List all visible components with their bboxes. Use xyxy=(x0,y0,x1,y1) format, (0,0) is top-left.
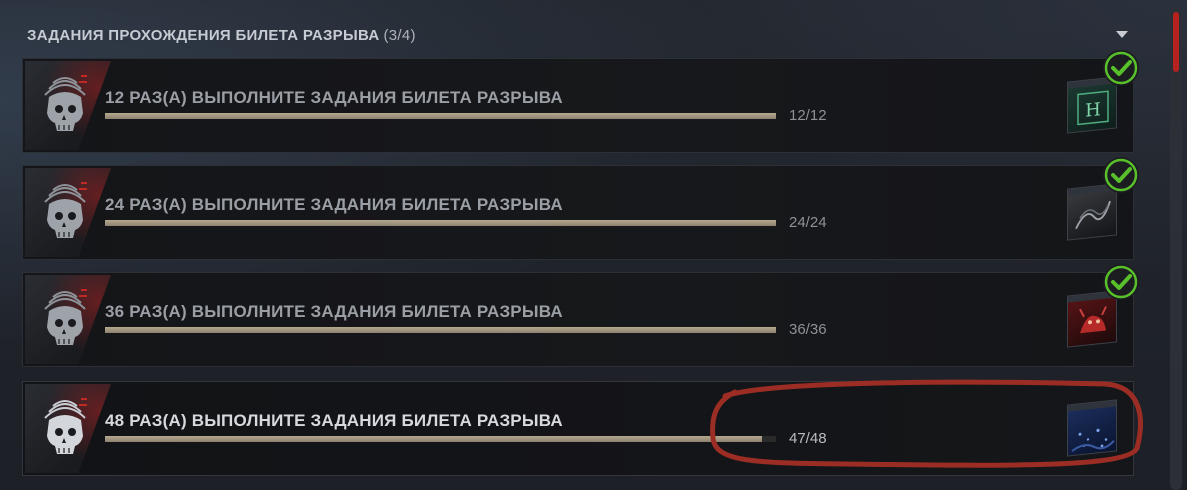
challenge-row-2[interactable]: 24 РАЗ(А) ВЫПОЛНИТЕ ЗАДАНИЯ БИЛЕТА РАЗРЫ… xyxy=(22,157,1139,260)
scrollbar-thumb[interactable] xyxy=(1173,12,1179,72)
completed-check-icon xyxy=(1103,50,1139,86)
progress-fill xyxy=(105,436,762,442)
progress-text: 12/12 xyxy=(789,107,827,124)
progress-text: 47/48 xyxy=(789,430,827,447)
progress-bar xyxy=(105,113,776,119)
tome-challenges-screen: ЗАДАНИЯ ПРОХОЖДЕНИЯ БИЛЕТА РАЗРЫВА (3/4) … xyxy=(0,0,1187,490)
progress-fill xyxy=(105,113,776,119)
rift-skull-emblem-icon xyxy=(25,61,111,150)
challenge-title: 36 РАЗ(А) ВЫПОЛНИТЕ ЗАДАНИЯ БИЛЕТА РАЗРЫ… xyxy=(105,302,563,321)
svg-text:Н: Н xyxy=(1085,99,1101,122)
rift-skull-emblem-icon xyxy=(25,168,111,257)
challenge-title: 48 РАЗ(А) ВЫПОЛНИТЕ ЗАДАНИЯ БИЛЕТА РАЗРЫ… xyxy=(105,411,563,430)
challenge-row-1[interactable]: 12 РАЗ(А) ВЫПОЛНИТЕ ЗАДАНИЯ БИЛЕТА РАЗРЫ… xyxy=(22,50,1139,153)
rift-skull-emblem-icon xyxy=(25,275,111,364)
challenge-row-4[interactable]: 48 РАЗ(А) ВЫПОЛНИТЕ ЗАДАНИЯ БИЛЕТА РАЗРЫ… xyxy=(22,381,1134,476)
collapse-arrow-icon[interactable] xyxy=(1116,31,1128,38)
section-count: (3/4) xyxy=(383,27,416,44)
progress-bar xyxy=(105,436,776,442)
scrollbar[interactable] xyxy=(1170,8,1182,490)
progress-fill xyxy=(105,327,776,333)
reward-blue-night-icon[interactable] xyxy=(1067,399,1117,457)
progress-bar xyxy=(105,327,776,333)
progress-fill xyxy=(105,220,776,226)
section-title: ЗАДАНИЯ ПРОХОЖДЕНИЯ БИЛЕТА РАЗРЫВА xyxy=(27,27,380,44)
progress-bar xyxy=(105,220,776,226)
challenge-title: 24 РАЗ(А) ВЫПОЛНИТЕ ЗАДАНИЯ БИЛЕТА РАЗРЫ… xyxy=(105,195,563,214)
progress-text: 36/36 xyxy=(789,321,827,338)
challenge-row-3[interactable]: 36 РАЗ(А) ВЫПОЛНИТЕ ЗАДАНИЯ БИЛЕТА РАЗРЫ… xyxy=(22,264,1139,367)
progress-text: 24/24 xyxy=(789,214,827,231)
completed-check-icon xyxy=(1103,157,1139,193)
completed-check-icon xyxy=(1103,264,1139,300)
section-header[interactable]: ЗАДАНИЯ ПРОХОЖДЕНИЯ БИЛЕТА РАЗРЫВА (3/4) xyxy=(27,27,416,47)
rift-skull-emblem-icon xyxy=(25,384,111,473)
challenge-title: 12 РАЗ(А) ВЫПОЛНИТЕ ЗАДАНИЯ БИЛЕТА РАЗРЫ… xyxy=(105,88,563,107)
